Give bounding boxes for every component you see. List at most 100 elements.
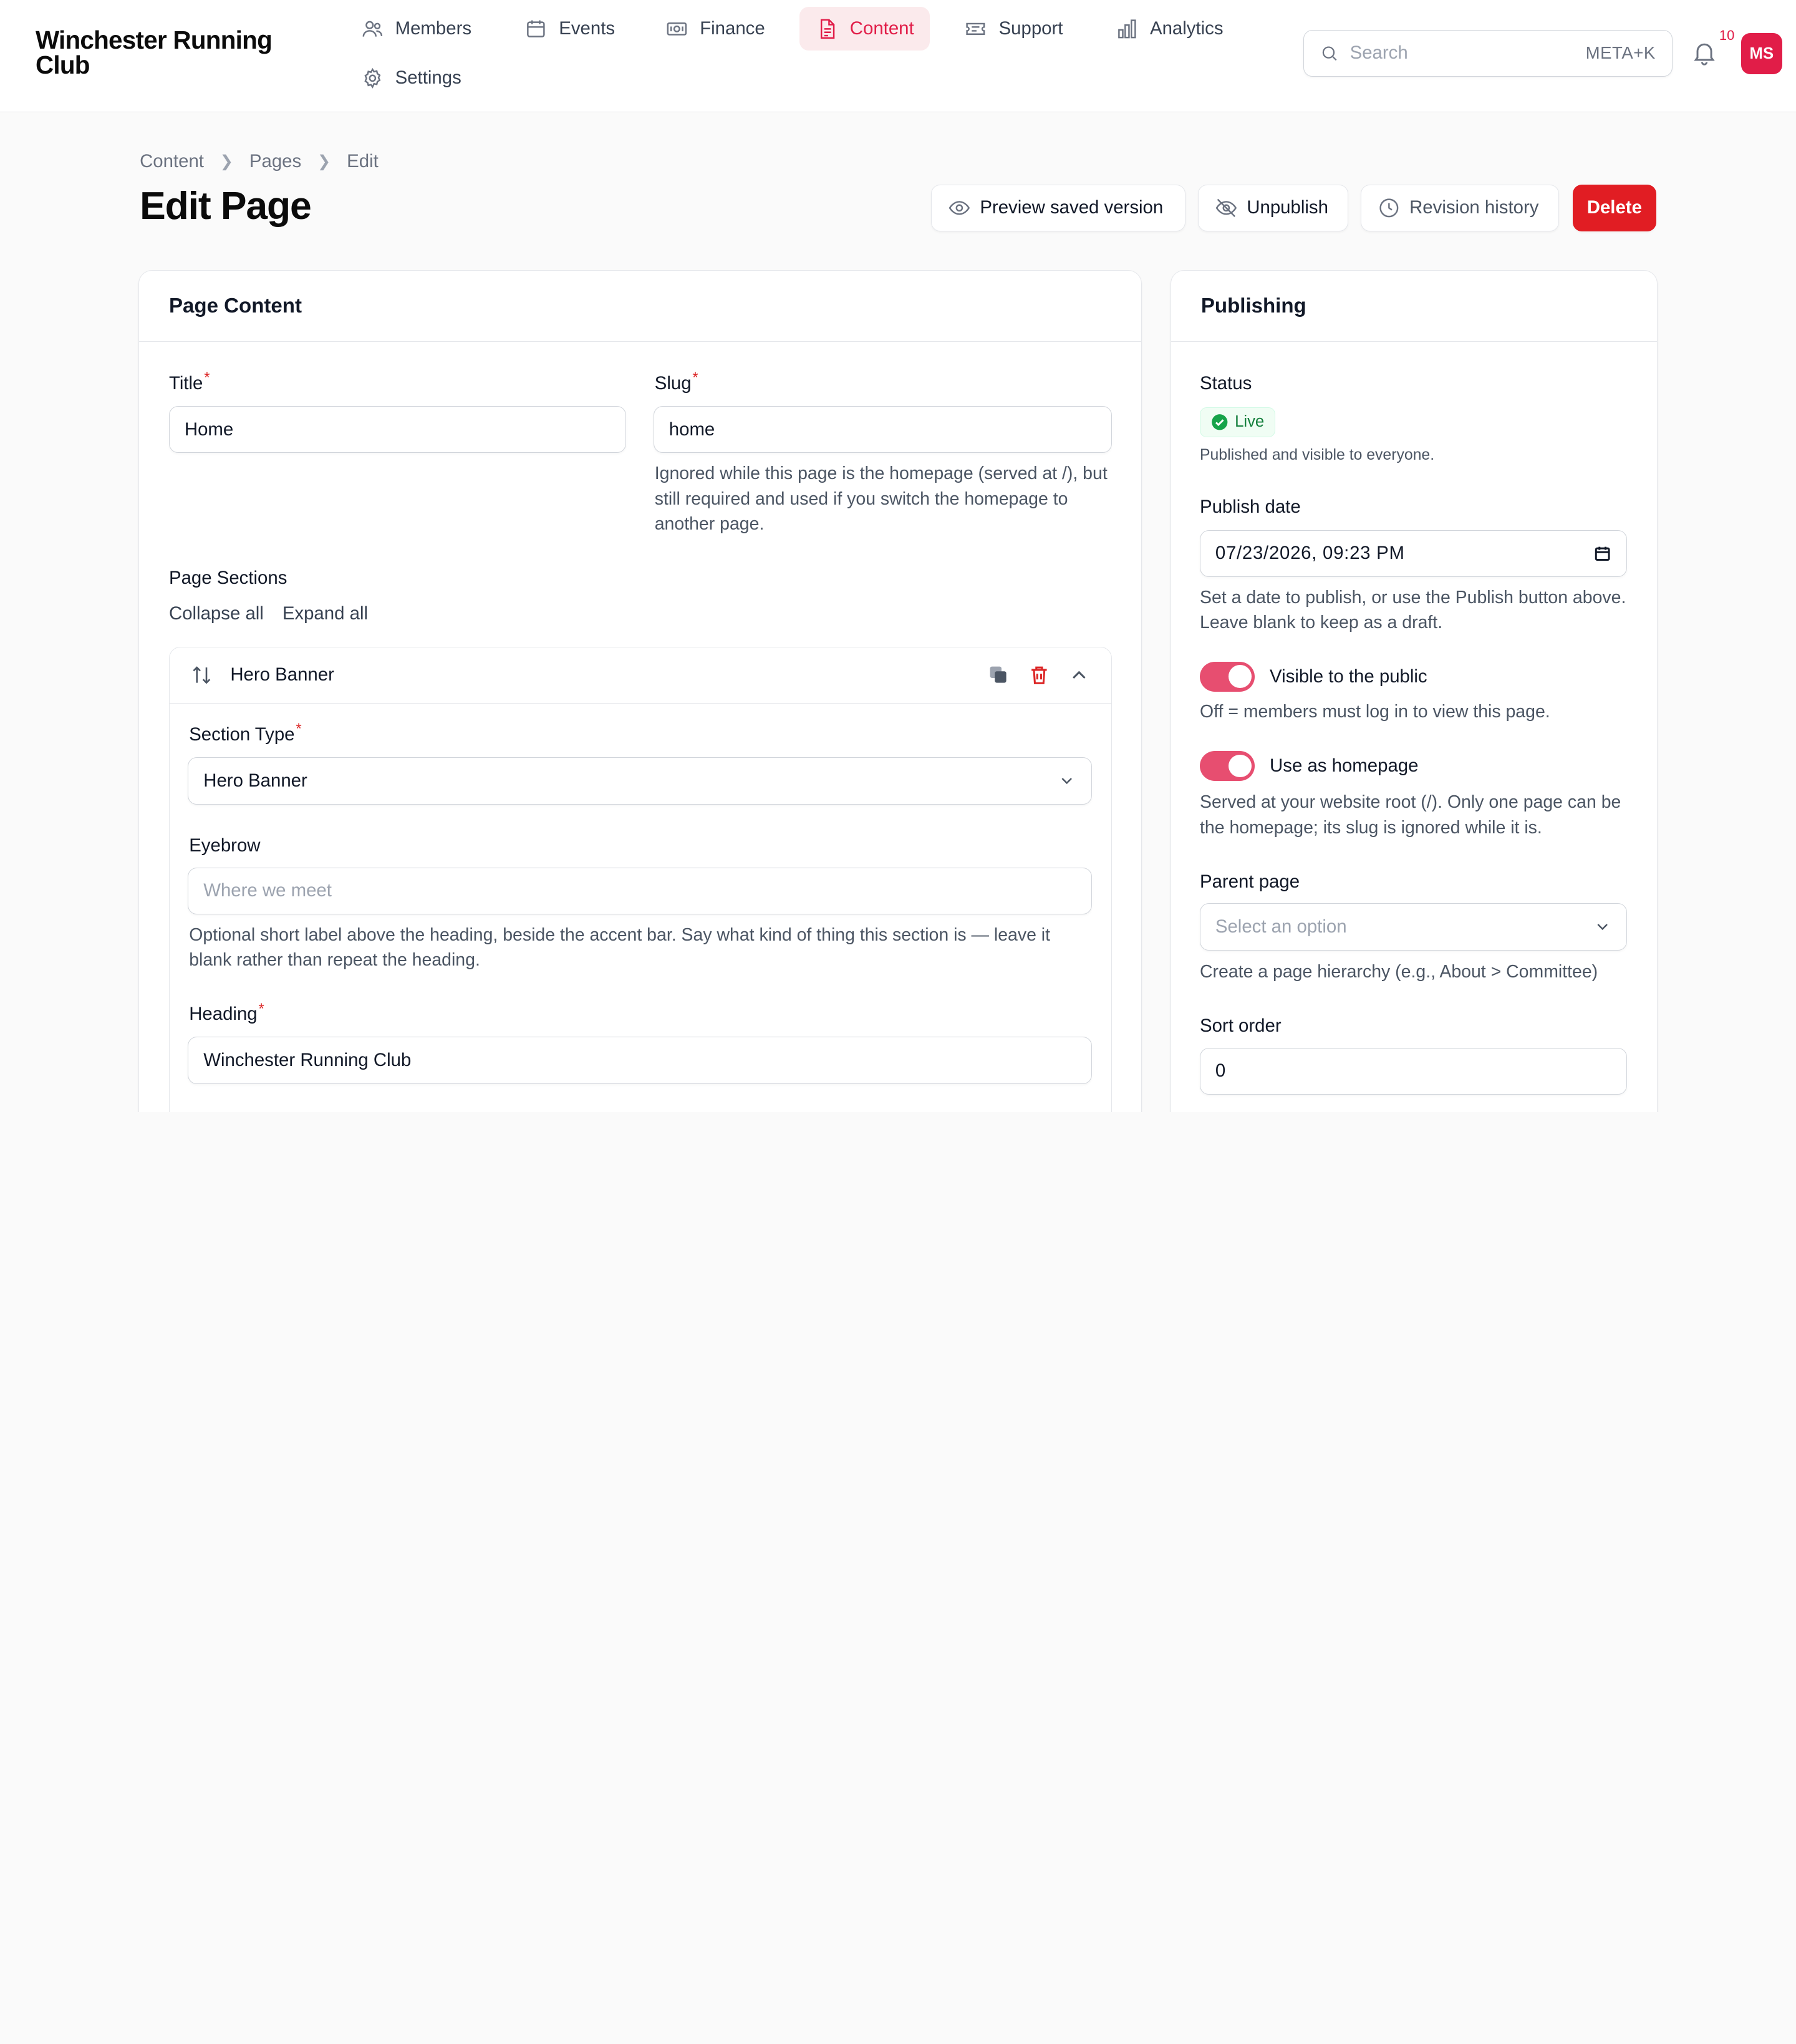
gear-icon	[364, 67, 380, 89]
duplicate-icon[interactable]	[986, 662, 1011, 687]
sort-order-label: Sort order	[1200, 1015, 1282, 1037]
unpublish-button[interactable]: Unpublish	[1198, 184, 1348, 231]
parent-page-help-text: Create a page hierarchy (e.g., About > C…	[1200, 962, 1598, 982]
notification-count-badge: 10	[1719, 27, 1735, 44]
nav-members[interactable]: Members	[345, 7, 488, 51]
status-badge: Live	[1200, 407, 1275, 437]
page-title: Edit Page	[140, 183, 312, 228]
expand-all-button[interactable]: Expand all	[282, 603, 368, 624]
brand-name[interactable]: Winchester Running Club	[36, 27, 299, 78]
sort-order-input[interactable]: 0	[1200, 1047, 1628, 1095]
search-icon	[1322, 46, 1337, 61]
section-item-hero-banner: Hero Banner Section Type * Hero Banner E…	[168, 646, 1112, 1113]
eyebrow-help-text: Optional short label above the heading, …	[189, 924, 1051, 971]
nav-support-label: Support	[998, 17, 1063, 39]
nav-events-label: Events	[559, 17, 616, 39]
breadcrumb-pages[interactable]: Pages	[249, 151, 301, 172]
banknote-icon	[667, 22, 687, 36]
nav-finance-label: Finance	[700, 17, 765, 39]
bell-icon	[1694, 44, 1715, 66]
calendar-icon	[527, 20, 545, 37]
nav-content[interactable]: Content	[799, 7, 930, 51]
breadcrumb-content[interactable]: Content	[140, 151, 204, 172]
visible-to-public-toggle[interactable]	[1200, 661, 1255, 692]
top-navigation-bar: Winchester Running Club Members Events F…	[0, 0, 1796, 112]
homepage-help-text: Served at your website root (/). Only on…	[1200, 792, 1621, 838]
search-input[interactable]	[1349, 42, 1586, 64]
revision-history-button[interactable]: Revision history	[1360, 184, 1559, 231]
preview-saved-version-label: Preview saved version	[980, 197, 1164, 218]
title-label: Title *	[168, 369, 210, 394]
app-root: Winchester Running Club Members Events F…	[0, 0, 1796, 1113]
visible-to-public-label: Visible to the public	[1270, 666, 1427, 687]
nav-analytics-label: Analytics	[1150, 17, 1224, 39]
breadcrumb-edit: Edit	[347, 151, 379, 172]
users-icon	[362, 21, 382, 37]
section-type-label: Section Type *	[189, 720, 302, 745]
clock-icon	[1379, 198, 1399, 218]
section-header: Hero Banner	[169, 647, 1111, 704]
nav-settings[interactable]: Settings	[345, 56, 478, 100]
eyebrow-input[interactable]: Where we meet	[188, 867, 1092, 914]
status-label: Status	[1200, 372, 1252, 394]
publish-date-help-text: Set a date to publish, or use the Publis…	[1200, 587, 1626, 633]
title-input[interactable]: Home	[168, 406, 626, 453]
page-sections-label: Page Sections	[168, 568, 287, 589]
trash-icon[interactable]	[1026, 662, 1051, 687]
use-as-homepage-label: Use as homepage	[1270, 755, 1419, 777]
user-avatar[interactable]: MS	[1740, 33, 1782, 75]
nav-finance[interactable]: Finance	[649, 7, 781, 51]
use-as-homepage-toggle[interactable]	[1200, 751, 1255, 781]
unpublish-label: Unpublish	[1247, 197, 1328, 218]
publish-date-label: Publish date	[1200, 496, 1301, 518]
chevron-up-icon[interactable]	[1066, 662, 1091, 687]
bar-chart-icon	[1118, 19, 1136, 38]
nav-settings-label: Settings	[395, 67, 461, 88]
nav-events[interactable]: Events	[508, 7, 630, 51]
chevron-right-icon: ❯	[220, 153, 234, 171]
slug-label: Slug *	[654, 369, 698, 394]
revision-history-label: Revision history	[1409, 197, 1539, 218]
page-content-heading: Page Content	[139, 271, 1142, 342]
delete-button[interactable]: Delete	[1572, 184, 1656, 231]
global-search[interactable]: META+K	[1303, 29, 1673, 77]
heading-input[interactable]: Winchester Running Club	[188, 1037, 1092, 1084]
nav-members-label: Members	[395, 17, 472, 39]
chevron-down-icon	[1061, 778, 1073, 785]
calendar-picker-icon[interactable]	[1593, 545, 1611, 563]
visible-help-text: Off = members must log in to view this p…	[1200, 702, 1550, 722]
check-circle-icon	[1211, 414, 1227, 430]
reorder-handle-icon[interactable]	[189, 662, 214, 687]
status-value: Live	[1235, 413, 1265, 431]
section-actions	[986, 662, 1091, 687]
nav-support[interactable]: Support	[949, 7, 1079, 51]
section-title: Hero Banner	[230, 664, 334, 685]
slug-help-text: Ignored while this page is the homepage …	[654, 463, 1108, 535]
parent-page-placeholder: Select an option	[1215, 916, 1347, 937]
search-shortcut-hint: META+K	[1585, 43, 1656, 63]
publishing-heading: Publishing	[1171, 271, 1657, 342]
heading-label: Heading *	[189, 1000, 264, 1025]
preview-saved-version-button[interactable]: Preview saved version	[931, 184, 1185, 231]
eye-icon	[949, 201, 970, 215]
publish-date-input[interactable]: 07/23/2026, 09:23 PM	[1200, 530, 1628, 577]
slug-input[interactable]: home	[653, 406, 1112, 453]
section-type-value: Hero Banner	[203, 770, 307, 791]
notifications-button[interactable]	[1691, 39, 1721, 69]
publishing-card: Publishing Status Live Published and vis…	[1171, 270, 1658, 1113]
breadcrumb: Content ❯ Pages ❯ Edit	[140, 151, 379, 172]
eye-off-icon	[1215, 198, 1237, 217]
section-type-select[interactable]: Hero Banner	[188, 757, 1092, 805]
eyebrow-label: Eyebrow	[189, 835, 261, 856]
parent-page-select[interactable]: Select an option	[1200, 903, 1628, 951]
nav-content-label: Content	[849, 17, 914, 39]
chevron-down-icon	[1597, 924, 1608, 931]
publish-date-value: 07/23/2026, 09:23 PM	[1215, 543, 1405, 564]
document-icon	[820, 19, 835, 39]
page-content-card: Page Content Title * Home Slug * home Igno…	[138, 270, 1142, 1113]
status-help-text: Published and visible to everyone.	[1200, 446, 1435, 463]
chevron-right-icon: ❯	[317, 153, 331, 171]
nav-analytics[interactable]: Analytics	[1099, 7, 1239, 51]
parent-page-label: Parent page	[1200, 871, 1300, 892]
collapse-all-button[interactable]: Collapse all	[169, 603, 264, 624]
